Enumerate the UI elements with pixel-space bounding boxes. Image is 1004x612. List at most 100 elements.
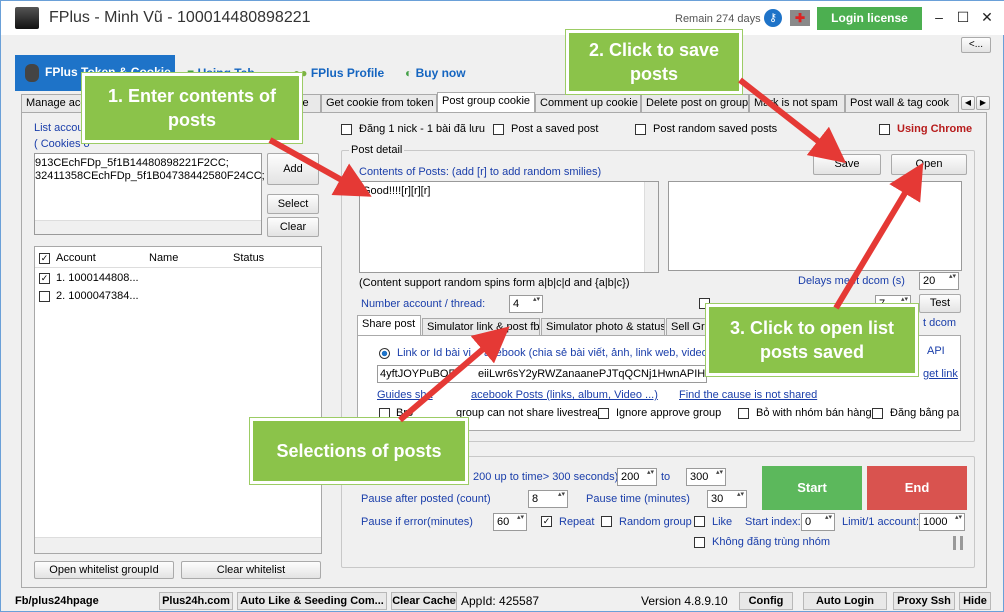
saved-post-label: Post a saved post <box>511 123 599 135</box>
ignore-approve-checkbox[interactable] <box>598 408 609 419</box>
tab-buy-now[interactable]: ◐ Buy now <box>405 57 466 89</box>
tab-manage-acc[interactable]: Manage acc <box>21 94 87 112</box>
title-bar: FPlus - Minh Vũ - 100014480898221 Remain… <box>1 1 1004 35</box>
column-name[interactable]: Name <box>149 252 178 264</box>
table-row[interactable]: ✓ 1. 1000144808... <box>35 269 321 287</box>
repeat-checkbox[interactable]: ✓ <box>541 516 552 527</box>
clear-whitelist-button[interactable]: Clear whitelist <box>181 561 321 579</box>
row-checkbox[interactable] <box>39 291 50 302</box>
pause-after-label: Pause after posted (count) <box>361 493 491 505</box>
repeat-label: Repeat <box>559 516 595 528</box>
random-saved-checkbox[interactable] <box>635 124 646 135</box>
link-input[interactable]: 4yftJOYPuBOF eiiLwr6sY2yRWZanaanePJTqQCN… <box>377 365 736 383</box>
tab-comment-up-cookie[interactable]: Comment up cookie <box>535 94 641 112</box>
open-button[interactable]: Open <box>891 154 967 175</box>
table-row[interactable]: 2. 1000047384... <box>35 287 321 305</box>
cookie-hscroll[interactable] <box>35 220 261 234</box>
range-from-spinner[interactable]: 200 <box>617 468 657 486</box>
tab-post-group-cookie[interactable]: Post group cookie <box>437 92 535 112</box>
start-index-label: Start index: <box>745 516 801 528</box>
pause-time-spinner[interactable]: 30 <box>707 490 747 508</box>
hide-button[interactable]: Hide <box>959 592 991 610</box>
close-button[interactable]: ✕ <box>975 7 999 27</box>
callout-save-posts: 2. Click to save posts <box>565 29 743 95</box>
proxy-ssh-button[interactable]: Proxy Ssh <box>893 592 955 610</box>
post-page-checkbox[interactable] <box>872 408 883 419</box>
link-radio-label: Link or Id bài vi <box>397 347 471 359</box>
one-nick-checkbox[interactable] <box>341 124 352 135</box>
minimize-button[interactable]: – <box>927 7 951 27</box>
saved-posts-textarea[interactable] <box>668 181 962 271</box>
skip-sell-group-checkbox[interactable] <box>738 408 749 419</box>
callout-enter-contents: 1. Enter contents of posts <box>81 72 303 144</box>
using-chrome-label: Using Chrome <box>897 123 973 135</box>
fb-page-label: Fb/plus24hpage <box>15 595 99 607</box>
column-status[interactable]: Status <box>233 252 264 264</box>
tab-simulator-photo[interactable]: Simulator photo & status <box>541 318 665 336</box>
find-cause-link[interactable]: Find the cause is not shared <box>679 389 817 401</box>
tab-mark-not-spam[interactable]: Mark is not spam <box>749 94 845 112</box>
like-label: Like <box>712 516 733 528</box>
tab-get-cookie-from-token[interactable]: Get cookie from token <box>321 94 437 112</box>
callout-open-posts: 3. Click to open list posts saved <box>705 303 919 377</box>
select-button[interactable]: Select <box>267 194 319 214</box>
pause-after-spinner[interactable]: 8 <box>528 490 568 508</box>
tab-share-post[interactable]: Share post <box>357 315 421 335</box>
lock-icon <box>25 64 39 82</box>
account-list[interactable]: ✓ Account Name Status ✓ 1. 1000144808...… <box>34 246 322 554</box>
tab-delete-post-on-group[interactable]: Delete post on group <box>641 94 749 112</box>
uk-flag-icon[interactable]: ✚ <box>790 10 810 26</box>
pause-error-spinner[interactable]: 60 <box>493 513 527 531</box>
list-hscroll[interactable] <box>35 537 321 553</box>
save-button[interactable]: Save <box>813 154 881 175</box>
limit-label: Limit/1 account: <box>842 516 920 528</box>
row-checkbox[interactable]: ✓ <box>39 273 50 284</box>
key-icon[interactable]: ⚷ <box>764 9 782 27</box>
guides-link[interactable]: Guides sha <box>377 389 433 401</box>
config-button[interactable]: Config <box>739 592 793 610</box>
add-button[interactable]: Add <box>267 153 319 185</box>
open-whitelist-button[interactable]: Open whitelist groupId <box>34 561 174 579</box>
content-vscroll[interactable] <box>644 182 658 272</box>
using-chrome-checkbox[interactable] <box>879 124 890 135</box>
saved-post-checkbox[interactable] <box>493 124 504 135</box>
to-label: to <box>661 471 671 483</box>
auto-login-button[interactable]: Auto Login <box>803 592 887 610</box>
limit-spinner[interactable]: 1000 <box>919 513 965 531</box>
clear-button[interactable]: Clear <box>267 217 319 237</box>
num-account-spinner[interactable]: 4 <box>509 295 543 313</box>
post-content-textarea[interactable]: Good!!!![r][r][r] <box>359 181 659 273</box>
cart-icon: ◐ <box>405 66 413 80</box>
guides-link-2[interactable]: acebook Posts (links, album, Video ...) <box>471 389 658 401</box>
column-account[interactable]: Account <box>56 252 96 264</box>
tab-simulator-link[interactable]: Simulator link & post fb <box>422 318 540 336</box>
maximize-button[interactable]: ☐ <box>951 7 975 27</box>
cookie-textarea[interactable]: 913CEchFDp_5f1B14480898221F2CC; 32411358… <box>34 153 265 235</box>
range-to-spinner[interactable]: 300 <box>686 468 726 486</box>
tab-fplus-profile[interactable]: ●● FPlus Profile <box>293 57 384 89</box>
get-link[interactable]: get link <box>923 368 958 380</box>
select-all-checkbox[interactable]: ✓ <box>39 253 50 264</box>
post-page-label: Đăng bằng pa <box>890 407 960 419</box>
login-license-button[interactable]: Login license <box>817 7 922 30</box>
clear-cache-button[interactable]: Clear Cache <box>391 592 457 610</box>
tab-scroll-right[interactable]: ▶ <box>976 96 990 110</box>
plus24h-button[interactable]: Plus24h.com <box>159 592 233 610</box>
pause-time-label: Pause time (minutes) <box>586 493 690 505</box>
delays-spinner[interactable]: 20 <box>919 272 959 290</box>
livestream-label-2: group can not share livestream <box>456 407 608 419</box>
autolike-button[interactable]: Auto Like & Seeding Com... <box>237 592 387 610</box>
no-dup-checkbox[interactable] <box>694 537 705 548</box>
start-button[interactable]: Start <box>762 466 862 510</box>
like-checkbox[interactable] <box>694 516 705 527</box>
collapse-button[interactable]: <... <box>961 37 991 53</box>
test-button[interactable]: Test <box>919 294 961 313</box>
end-button[interactable]: End <box>867 466 967 510</box>
dcom-link[interactable]: t dcom <box>923 317 956 329</box>
one-nick-label: Đăng 1 nick - 1 bài đã lưu <box>359 123 485 135</box>
tab-post-wall-tag[interactable]: Post wall & tag cook <box>845 94 959 112</box>
tab-scroll-left[interactable]: ◀ <box>961 96 975 110</box>
start-index-spinner[interactable]: 0 <box>801 513 835 531</box>
random-group-checkbox[interactable] <box>601 516 612 527</box>
link-radio[interactable] <box>379 348 390 359</box>
